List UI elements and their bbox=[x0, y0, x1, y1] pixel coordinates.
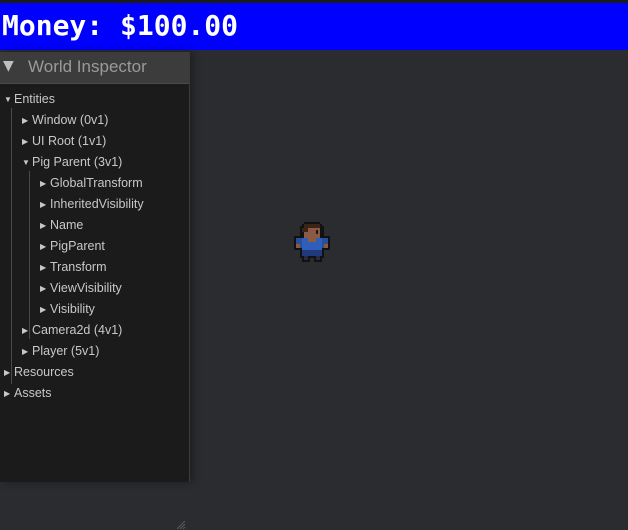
collapsed-arrow-icon[interactable]: ▶ bbox=[22, 320, 32, 341]
expanded-arrow-icon[interactable]: ▼ bbox=[4, 89, 14, 110]
collapsed-arrow-icon[interactable]: ▶ bbox=[40, 194, 50, 215]
collapsed-arrow-icon[interactable]: ▶ bbox=[40, 278, 50, 299]
tree-guide-line bbox=[29, 171, 30, 339]
collapsed-arrow-icon[interactable]: ▶ bbox=[22, 110, 32, 131]
collapsed-arrow-icon[interactable]: ▶ bbox=[40, 215, 50, 236]
tree-node-pig-parent[interactable]: ▼ Pig Parent (3v1) bbox=[22, 152, 122, 173]
tree-node-inherited-visibility[interactable]: ▶ InheritedVisibility bbox=[40, 194, 144, 215]
tree-node-resources[interactable]: ▶ Resources bbox=[4, 362, 74, 383]
collapsed-arrow-icon[interactable]: ▶ bbox=[22, 131, 32, 152]
collapsed-arrow-icon[interactable]: ▶ bbox=[40, 173, 50, 194]
tree-guide-line bbox=[11, 108, 12, 384]
tree-node-window[interactable]: ▶ Window (0v1) bbox=[22, 110, 108, 131]
collapsed-arrow-icon[interactable]: ▶ bbox=[40, 236, 50, 257]
collapsed-arrow-icon[interactable]: ▶ bbox=[4, 362, 14, 383]
collapsed-arrow-icon[interactable]: ▶ bbox=[22, 341, 32, 362]
tree-node-view-visibility[interactable]: ▶ ViewVisibility bbox=[40, 278, 122, 299]
money-label: Money: $100.00 bbox=[2, 9, 239, 42]
inspector-title: World Inspector bbox=[28, 57, 147, 76]
collapsed-arrow-icon[interactable]: ▶ bbox=[4, 383, 14, 404]
resize-grip-icon[interactable] bbox=[176, 520, 186, 530]
money-hud-bar: Money: $100.00 bbox=[0, 3, 628, 50]
collapsed-arrow-icon[interactable]: ▶ bbox=[40, 257, 50, 278]
game-viewport[interactable] bbox=[190, 50, 628, 482]
tree-node-assets[interactable]: ▶ Assets bbox=[4, 383, 52, 404]
tree-node-pigparent[interactable]: ▶ PigParent bbox=[40, 236, 105, 257]
expanded-arrow-icon[interactable]: ▼ bbox=[22, 152, 32, 173]
player-character-sprite bbox=[294, 222, 330, 262]
tree-node-transform[interactable]: ▶ Transform bbox=[40, 257, 107, 278]
tree-node-visibility[interactable]: ▶ Visibility bbox=[40, 299, 95, 320]
tree-node-name[interactable]: ▶ Name bbox=[40, 215, 83, 236]
inspector-header[interactable]: ▼ World Inspector bbox=[0, 52, 189, 84]
tree-node-ui-root[interactable]: ▶ UI Root (1v1) bbox=[22, 131, 106, 152]
tree-node-player[interactable]: ▶ Player (5v1) bbox=[22, 341, 99, 362]
collapse-triangle-icon[interactable]: ▼ bbox=[3, 58, 14, 74]
collapsed-arrow-icon[interactable]: ▶ bbox=[40, 299, 50, 320]
tree-node-entities[interactable]: ▼ Entities bbox=[4, 89, 55, 110]
tree-node-camera2d[interactable]: ▶ Camera2d (4v1) bbox=[22, 320, 122, 341]
tree-node-global-transform[interactable]: ▶ GlobalTransform bbox=[40, 173, 143, 194]
world-inspector-panel: ▼ World Inspector ▼ Entities ▶ Window (0v1… bbox=[0, 52, 190, 530]
